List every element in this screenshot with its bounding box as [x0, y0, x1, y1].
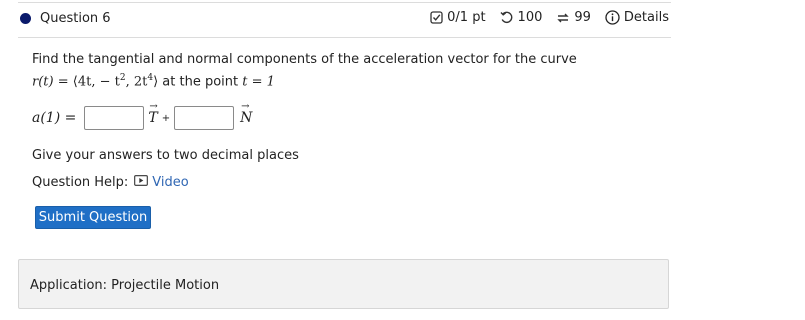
versions-count: 99	[574, 10, 591, 25]
details-link[interactable]: Details	[624, 10, 669, 25]
answer-lhs: a(1) =	[32, 110, 77, 126]
top-divider	[18, 2, 671, 3]
question-title: Question 6	[40, 11, 111, 26]
point-value: t = 1	[242, 74, 275, 90]
info-icon[interactable]	[605, 10, 620, 25]
score-text: 0/1 pt	[447, 10, 486, 25]
question-header: Question 6 0/1 pt 100 99 Details	[18, 8, 671, 36]
video-link[interactable]: Video	[134, 175, 189, 190]
submit-question-button[interactable]: Submit Question	[35, 206, 151, 229]
video-play-icon	[134, 175, 149, 190]
question-help-label: Question Help:	[32, 175, 129, 190]
attempts-count: 100	[517, 10, 543, 25]
problem-line-2: r(t) = ⟨4t, − t2, 2t4⟩ at the point t = …	[32, 69, 577, 91]
problem-statement: Find the tangential and normal component…	[32, 51, 577, 91]
application-box: Application: Projectile Motion	[18, 259, 669, 309]
video-link-label: Video	[152, 175, 189, 190]
vector-arrow-icon: →	[149, 101, 158, 112]
normal-vector-symbol: → N	[240, 101, 253, 126]
curve-vector-mid: , 2t	[125, 74, 148, 90]
at-point-text: at the point	[158, 74, 243, 90]
header-divider	[18, 37, 671, 38]
undo-attempts-icon	[500, 11, 514, 25]
question-status-dot	[20, 13, 31, 24]
question-help: Question Help: Video	[32, 175, 189, 190]
curve-lhs: r(t) =	[32, 74, 73, 90]
problem-line-1: Find the tangential and normal component…	[32, 52, 577, 67]
question-meta: 0/1 pt 100 99 Details	[430, 10, 669, 25]
plus-sign: +	[161, 112, 171, 124]
precision-hint: Give your answers to two decimal places	[32, 148, 299, 163]
curve-vector-open: ⟨4t, − t	[72, 74, 120, 90]
tangential-input[interactable]	[84, 106, 145, 130]
application-label: Application: Projectile Motion	[30, 278, 220, 293]
answer-row: a(1) = → T + → N	[32, 101, 253, 132]
checkbox-score-icon	[430, 11, 443, 24]
normal-input[interactable]	[174, 106, 235, 130]
tangent-vector-symbol: → T	[148, 101, 158, 126]
versions-swap-icon	[556, 11, 570, 25]
vector-arrow-icon: →	[241, 101, 250, 112]
